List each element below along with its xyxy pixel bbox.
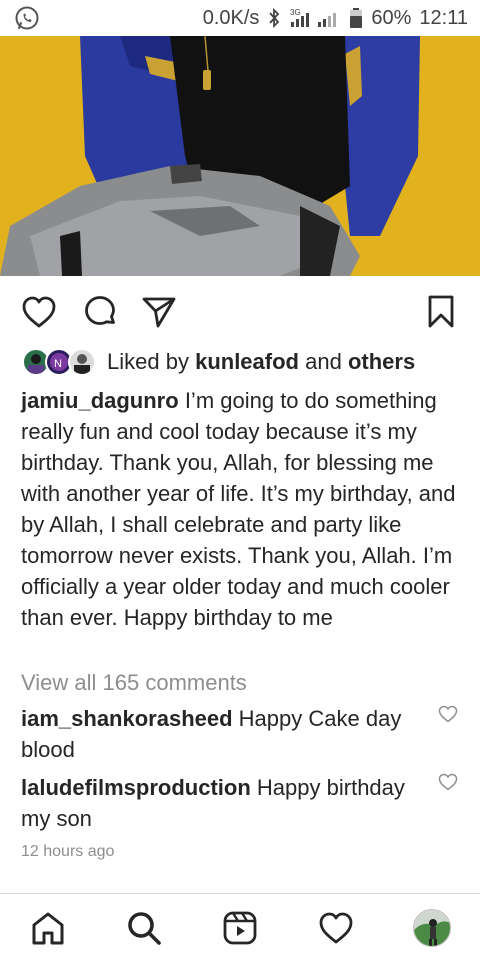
search-icon[interactable] <box>124 908 164 948</box>
caption-username[interactable]: jamiu_dagunro <box>21 388 179 413</box>
post-photo-illustration <box>0 36 480 276</box>
svg-text:3G: 3G <box>290 8 301 17</box>
comment-username[interactable]: iam_shankorasheed <box>21 706 233 731</box>
view-all-comments-link[interactable]: View all 165 comments <box>21 670 247 696</box>
activity-heart-icon[interactable] <box>316 908 356 948</box>
comment-item: laludefilmsproduction Happy birthday my … <box>21 772 431 834</box>
liker-avatars: N <box>22 347 100 377</box>
comment-like-icon[interactable] <box>438 705 458 723</box>
bottom-navigation <box>0 893 480 960</box>
likes-summary[interactable]: N Liked by kunleafod and others <box>22 346 415 378</box>
post-timestamp: 12 hours ago <box>21 843 115 860</box>
bookmark-icon[interactable] <box>421 292 461 332</box>
avatar <box>68 348 96 376</box>
post-photo[interactable] <box>0 36 480 276</box>
network-speed: 0.0K/s <box>202 6 260 29</box>
post-caption: jamiu_dagunro I’m going to do something … <box>21 385 461 633</box>
caption-text: I’m going to do something really fun and… <box>21 388 456 630</box>
send-icon[interactable] <box>139 292 179 332</box>
post-actions <box>0 284 480 340</box>
profile-avatar[interactable] <box>412 908 452 948</box>
battery-icon <box>349 7 363 29</box>
comment-like-icon[interactable] <box>438 773 458 791</box>
liker-username[interactable]: kunleafod <box>195 349 299 374</box>
svg-text:N: N <box>54 358 62 370</box>
status-bar: 0.0K/s 3G 60% 12:11 <box>0 0 480 36</box>
comment-icon[interactable] <box>80 292 120 332</box>
signal-icon: 3G <box>290 8 337 27</box>
comment-item: iam_shankorasheed Happy Cake day blood <box>21 703 431 765</box>
comment-username[interactable]: laludefilmsproduction <box>21 775 251 800</box>
likes-others[interactable]: others <box>348 349 415 374</box>
clock: 12:11 <box>419 6 468 29</box>
whatsapp-icon <box>15 6 39 30</box>
heart-icon[interactable] <box>19 292 59 332</box>
reels-icon[interactable] <box>220 908 260 948</box>
battery-level: 60% <box>371 6 412 29</box>
home-icon[interactable] <box>28 908 68 948</box>
likes-text: Liked by kunleafod and others <box>107 349 416 374</box>
bluetooth-icon <box>269 7 280 29</box>
